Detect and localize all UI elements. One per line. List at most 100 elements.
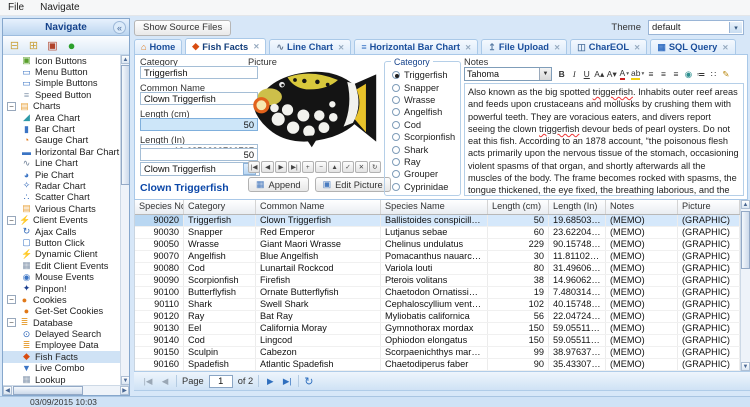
sidebar-item-pie-chart[interactable]: ◕Pie Chart — [3, 169, 120, 180]
tree-expander-icon[interactable]: − — [7, 102, 16, 111]
sidebar-item-various-charts[interactable]: ▤Various Charts — [3, 203, 120, 214]
collapse-all-button[interactable]: ⊟ — [7, 38, 22, 53]
table-row[interactable]: 90110SharkSwell SharkCephaloscyllium ven… — [135, 299, 740, 311]
next-record-button[interactable]: ▶ — [275, 161, 287, 173]
cancel-edit-button[interactable]: ✕ — [355, 161, 367, 173]
edit-note-button[interactable]: ✎ — [720, 67, 732, 81]
sidebar-item-employee-data[interactable]: ≣Employee Data — [3, 340, 120, 351]
scroll-right-icon[interactable]: ▶ — [120, 386, 129, 395]
sidebar-item-live-combo[interactable]: ▼Live Combo — [3, 363, 120, 374]
scroll-down-icon[interactable]: ▼ — [121, 376, 129, 385]
notes-text-area[interactable]: Also known as the big spotted triggerfis… — [464, 83, 744, 196]
radio-grouper[interactable]: Grouper — [385, 168, 460, 180]
sidebar-item-area-chart[interactable]: ◢Area Chart — [3, 112, 120, 123]
font-name-select[interactable]: Tahoma ▼ — [464, 67, 552, 81]
shrink-font-button[interactable]: A▾ — [606, 67, 618, 81]
scroll-left-icon[interactable]: ◀ — [3, 386, 12, 395]
go-button[interactable]: ● — [64, 38, 79, 53]
close-icon[interactable]: ✕ — [465, 43, 471, 52]
tree-expander-icon[interactable]: − — [7, 295, 16, 304]
radio-wrasse[interactable]: Wrasse — [385, 94, 460, 106]
column-header-category[interactable]: Category — [184, 200, 256, 214]
sidebar-item-scatter-chart[interactable]: ∴Scatter Chart — [3, 192, 120, 203]
tree-vertical-scrollbar[interactable]: ▲ ▼ — [120, 55, 129, 385]
radio-cod[interactable]: Cod — [385, 119, 460, 131]
chevron-down-icon[interactable]: ▾ — [626, 71, 629, 77]
menu-item-file[interactable]: File — [0, 0, 32, 16]
radio-scorpionfish[interactable]: Scorpionfish — [385, 131, 460, 143]
italic-button[interactable]: I — [569, 67, 581, 81]
column-header-species-name[interactable]: Species Name — [381, 200, 488, 214]
tab-horizontal-bar-chart[interactable]: ≡Horizontal Bar Chart✕ — [354, 39, 478, 54]
previous-page-button[interactable]: ◀ — [159, 374, 171, 388]
table-row[interactable]: 90050WrasseGiant Maori WrasseChelinus un… — [135, 239, 740, 251]
sidebar-item-get-set-cookies[interactable]: ●Get-Set Cookies — [3, 306, 120, 317]
first-record-button[interactable]: |◀ — [248, 161, 260, 173]
bold-button[interactable]: B — [556, 67, 568, 81]
sidebar-item-icon-buttons[interactable]: ▣Icon Buttons — [3, 55, 120, 66]
sidebar-item-line-chart[interactable]: ∿Line Chart — [3, 158, 120, 169]
sidebar-item-lookup[interactable]: ▦Lookup — [3, 374, 120, 385]
page-number-input[interactable] — [209, 375, 233, 388]
first-page-button[interactable]: |◀ — [142, 374, 154, 388]
tree-scroll-thumb[interactable] — [121, 65, 129, 185]
column-header-picture[interactable]: Picture — [678, 200, 740, 214]
tab-sql-query[interactable]: ▦SQL Query✕ — [650, 39, 735, 54]
append-button[interactable]: ▦ Append — [248, 177, 309, 192]
table-row[interactable]: 90070AngelfishBlue AngelfishPomacanthus … — [135, 251, 740, 263]
numbered-list-button[interactable]: ≔ — [695, 67, 707, 81]
sidebar-item-gauge-chart[interactable]: ◔Gauge Chart — [3, 135, 120, 146]
table-row[interactable]: 90100ButterflyfishOrnate ButterflyfishCh… — [135, 287, 740, 299]
bullet-list-button[interactable]: ∷ — [708, 67, 720, 81]
column-header-species-no[interactable]: Species No — [135, 200, 184, 214]
sidebar-item-dynamic-client[interactable]: ⚡Dynamic Client — [3, 249, 120, 260]
expand-all-button[interactable]: ⊞ — [26, 38, 41, 53]
table-row[interactable]: 90080CodLunartail RockcodVariola louti80… — [135, 263, 740, 275]
prior-record-button[interactable]: ◀ — [261, 161, 273, 173]
edit-record-button[interactable]: ▲ — [328, 161, 340, 173]
column-header-length-cm-[interactable]: Length (cm) — [488, 200, 549, 214]
close-icon[interactable]: ✕ — [338, 43, 344, 52]
sidebar-item-menu-button[interactable]: ▭Menu Button — [3, 66, 120, 77]
sidebar-item-bar-chart[interactable]: ▮Bar Chart — [3, 123, 120, 134]
align-right-button[interactable]: ≡ — [670, 67, 682, 81]
grid-scroll-thumb[interactable] — [741, 211, 750, 269]
column-header-length-in-[interactable]: Length (In) — [549, 200, 606, 214]
tab-fish-facts[interactable]: ◆Fish Facts✕ — [185, 38, 266, 54]
table-row[interactable]: 90130EelCalifornia MorayGymnothorax mord… — [135, 323, 740, 335]
menu-item-navigate[interactable]: Navigate — [32, 0, 87, 16]
fish-select-combo[interactable]: Clown Triggerfish ▾ — [140, 162, 260, 176]
close-icon[interactable]: ✕ — [722, 43, 728, 52]
sidebar-item-pinpon-[interactable]: ✦Pinpon! — [3, 283, 120, 294]
tree-hscroll-thumb[interactable] — [13, 386, 83, 395]
tab-chareol[interactable]: ◫CharEOL✕ — [570, 39, 647, 54]
sidebar-item-speed-button[interactable]: ≡Speed Button — [3, 89, 120, 100]
table-row[interactable]: 90030SnapperRed EmperorLutjanus sebae602… — [135, 227, 740, 239]
insert-record-button[interactable]: + — [302, 161, 314, 173]
sidebar-item-radar-chart[interactable]: ✧Radar Chart — [3, 180, 120, 191]
align-left-button[interactable]: ≡ — [645, 67, 657, 81]
radio-triggerfish[interactable]: Triggerfish — [385, 69, 460, 81]
table-row[interactable]: 90140CodLingcodOphiodon elongatus15059.0… — [135, 335, 740, 347]
grow-font-button[interactable]: A▴ — [594, 67, 606, 81]
tab-line-chart[interactable]: ∿Line Chart✕ — [269, 39, 351, 54]
sidebar-item-database[interactable]: −≣Database — [3, 317, 120, 328]
font-color-button[interactable]: A▾ — [619, 67, 631, 81]
table-row[interactable]: 90160SpadefishAtlantic SpadefishChaetodi… — [135, 359, 740, 371]
sidebar-item-horizontal-bar-chart[interactable]: ▬Horizontal Bar Chart — [3, 146, 120, 157]
radio-ray[interactable]: Ray — [385, 156, 460, 168]
column-header-notes[interactable]: Notes — [606, 200, 678, 214]
radio-snapper[interactable]: Snapper — [385, 81, 460, 93]
sidebar-item-client-events[interactable]: −⚡Client Events — [3, 214, 120, 225]
close-icon[interactable]: ✕ — [253, 42, 259, 51]
scroll-up-icon[interactable]: ▲ — [741, 200, 750, 209]
align-center-button[interactable]: ≡ — [658, 67, 670, 81]
scroll-down-icon[interactable]: ▼ — [741, 362, 750, 371]
highlight-color-button[interactable]: ab▾ — [631, 67, 644, 81]
table-row[interactable]: 90090ScorpionfishFirefishPterois volitan… — [135, 275, 740, 287]
close-icon[interactable]: ✕ — [554, 43, 560, 52]
tree-horizontal-scrollbar[interactable]: ◀ ▶ — [3, 385, 129, 395]
refresh-icon[interactable]: ↻ — [304, 375, 313, 388]
theme-select[interactable]: default ▾ — [648, 20, 744, 35]
last-record-button[interactable]: ▶| — [288, 161, 300, 173]
